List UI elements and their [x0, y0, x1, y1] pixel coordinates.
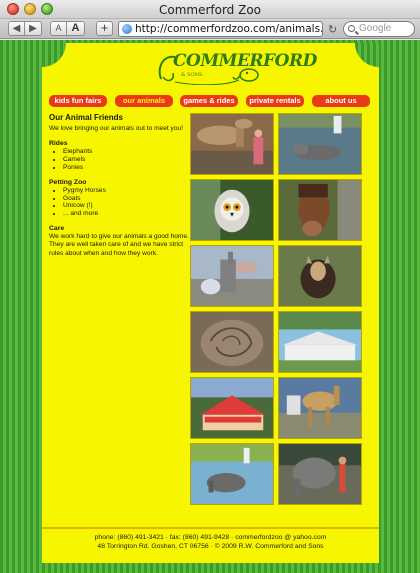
- goat-image: [279, 246, 361, 306]
- logo-subtitle: & SONS: [181, 72, 203, 78]
- main-nav: kids fun fairs our animals games & rides…: [49, 95, 370, 107]
- forward-arrow-icon: ▶: [29, 23, 37, 34]
- animals-text-column: Our Animal Friends We love bringing our …: [49, 113, 189, 258]
- footer-contact: phone: (860) 491-3421 · fax: (860) 491-9…: [94, 534, 327, 541]
- nav-games-rides[interactable]: games & rides: [180, 95, 238, 107]
- circus-tent-image: [191, 378, 273, 438]
- photo-pony[interactable]: [278, 179, 362, 241]
- list-item: ... and more: [63, 210, 189, 218]
- care-heading: Care: [49, 224, 65, 232]
- reload-icon[interactable]: ↻: [328, 23, 337, 36]
- photo-elephant-swimming[interactable]: [278, 113, 362, 175]
- elephant-wading-image: [191, 444, 273, 504]
- list-item: Pygmy Horses: [63, 187, 189, 195]
- back-arrow-icon: ◀: [12, 23, 21, 34]
- photo-circus-tent[interactable]: [190, 377, 274, 439]
- nav-private-rentals[interactable]: private rentals: [246, 95, 304, 107]
- petting-zoo-list: Pygmy Horses Goats Unicow (!) ... and mo…: [49, 187, 189, 218]
- text-bigger-button[interactable]: A: [67, 21, 85, 36]
- list-item: Unicow (!): [63, 202, 189, 210]
- page-content-area: COMMERFORD & SONS kids fun fairs our ani…: [42, 43, 379, 563]
- forward-button[interactable]: ▶: [25, 21, 42, 36]
- care-text: We work hard to give our animals a good …: [49, 232, 189, 257]
- photo-camel-show[interactable]: [278, 377, 362, 439]
- footer-address: 48 Torrington Rd. Goshen, CT 06756 · © 2…: [97, 543, 324, 550]
- rides-heading: Rides: [49, 140, 68, 148]
- list-item: Camels: [63, 156, 189, 164]
- commerford-logo[interactable]: COMMERFORD & SONS: [155, 49, 317, 86]
- text-smaller-button[interactable]: A: [50, 21, 67, 36]
- nav-kids-fun-fairs[interactable]: kids fun fairs: [49, 95, 107, 107]
- page-title: Our Animal Friends: [49, 113, 123, 122]
- globe-icon: [122, 24, 132, 34]
- search-field[interactable]: Google: [343, 21, 415, 37]
- photo-elephant-trainer[interactable]: [278, 443, 362, 505]
- photo-lemur[interactable]: [190, 179, 274, 241]
- photo-elephant-skin[interactable]: [190, 311, 274, 373]
- logo-name: COMMERFORD: [173, 51, 317, 71]
- photo-elephant-pond[interactable]: [190, 443, 274, 505]
- footer: phone: (860) 491-3421 · fax: (860) 491-9…: [42, 533, 379, 551]
- rides-list: Elephants Camels Ponies: [49, 148, 189, 171]
- camel-show-image: [279, 378, 361, 438]
- list-item: Ponies: [63, 164, 189, 172]
- photo-elephant-spray[interactable]: [190, 245, 274, 307]
- elephant-closeup-image: [191, 312, 273, 372]
- tent-image: [279, 312, 361, 372]
- camel-photo-image: [191, 114, 273, 174]
- window-title: Commerford Zoo: [158, 3, 262, 17]
- list-item: Goats: [63, 195, 189, 203]
- title-bar: Commerford Zoo: [0, 0, 420, 19]
- photo-camel-ride[interactable]: [190, 113, 274, 175]
- address-bar[interactable]: http://commerfordzoo.com/animals.php: [118, 21, 323, 37]
- list-item: Elephants: [63, 148, 189, 156]
- add-bookmark-button[interactable]: +: [96, 21, 113, 36]
- elephant-spray-image: [191, 246, 273, 306]
- photo-tent[interactable]: [278, 311, 362, 373]
- nav-about-us[interactable]: about us: [312, 95, 370, 107]
- search-placeholder: Google: [359, 23, 392, 34]
- photo-goat[interactable]: [278, 245, 362, 307]
- back-button[interactable]: ◀: [8, 21, 25, 36]
- pony-image: [279, 180, 361, 240]
- browser-toolbar: ◀ ▶ A A + http://commerfordzoo.com/anima…: [0, 19, 420, 39]
- footer-divider: [42, 527, 379, 529]
- elephant-pond-image: [279, 114, 361, 174]
- lemur-image: [191, 180, 273, 240]
- page-viewport[interactable]: COMMERFORD & SONS kids fun fairs our ani…: [0, 40, 420, 573]
- search-icon: [348, 25, 355, 32]
- nav-our-animals[interactable]: our animals: [115, 95, 173, 107]
- petting-zoo-heading: Petting Zoo: [49, 178, 87, 186]
- elephant-trainer-image: [279, 444, 361, 504]
- intro-text: We love bringing our animals out to meet…: [49, 125, 184, 132]
- address-url: http://commerfordzoo.com/animals.php: [135, 23, 323, 35]
